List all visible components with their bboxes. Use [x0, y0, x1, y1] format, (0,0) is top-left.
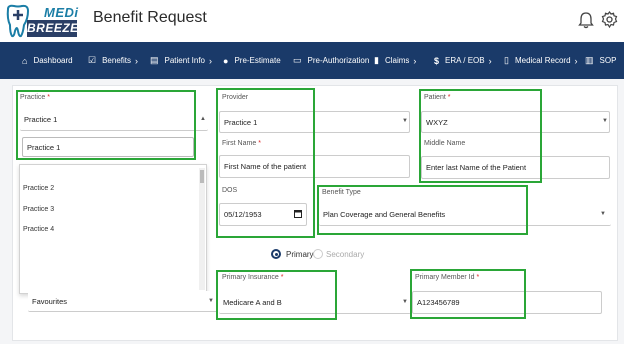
main-nav: ⌂ Dashboard ☑ Benefits › ▤ Patient Info …: [0, 42, 624, 79]
logo-text-medi: MEDi: [44, 5, 79, 20]
primary-member-id-label: Primary Member Id *: [415, 274, 480, 281]
monitor-icon: ▭: [293, 55, 302, 65]
chevron-right-icon: ›: [574, 55, 578, 66]
primary-insurance-value: Medicare A and B: [223, 297, 282, 307]
benefit-type-label: Benefit Type: [322, 189, 361, 196]
provider-value: Practice 1: [224, 117, 258, 127]
chevron-right-icon: ›: [413, 55, 417, 66]
provider-label: Provider: [222, 94, 249, 101]
dropdown-option[interactable]: Practice 4: [23, 226, 54, 233]
nav-label: Patient Info: [164, 56, 205, 65]
patient-value: WXYZ: [426, 117, 448, 127]
benefit-type-select[interactable]: Plan Coverage and General Benefits: [319, 203, 611, 226]
calendar-icon[interactable]: [294, 209, 302, 218]
nav-benefits[interactable]: ☑ Benefits ›: [88, 42, 138, 79]
chevron-down-icon: ▼: [602, 118, 608, 124]
dropdown-scrollbar[interactable]: [199, 168, 205, 290]
book-icon: ▥: [585, 55, 594, 65]
nav-patient-info[interactable]: ▤ Patient Info ›: [150, 42, 212, 79]
dropdown-scroll-thumb[interactable]: [200, 170, 204, 183]
secondary-radio-label[interactable]: Secondary: [326, 250, 364, 259]
dropdown-option[interactable]: Practice 2: [23, 185, 54, 192]
nav-era-eob[interactable]: $ ERA / EOB ›: [434, 42, 492, 79]
nav-label: SOP: [599, 56, 617, 65]
page-title: Benefit Request: [93, 9, 207, 26]
chevron-down-icon: ▼: [402, 118, 408, 124]
dos-label: DOS: [222, 187, 238, 194]
dropdown-option[interactable]: Practice 3: [23, 206, 54, 213]
nav-dashboard[interactable]: ⌂ Dashboard: [22, 42, 73, 79]
logo-text-breeze: BREEZE: [27, 20, 79, 37]
clipboard-icon: ▮: [374, 55, 379, 65]
chevron-down-icon: ▼: [600, 211, 606, 217]
nav-label: ERA / EOB: [445, 56, 485, 65]
practice-search-input[interactable]: Practice 1: [22, 137, 194, 157]
chevron-down-icon: ▼: [208, 298, 214, 304]
middle-name-input[interactable]: Enter last Name of the Patient: [421, 156, 610, 179]
id-card-icon: ▤: [150, 55, 159, 65]
dollar-icon: $: [434, 55, 440, 66]
primary-radio-label[interactable]: Primary: [286, 250, 314, 259]
favourites-value: Favourites: [32, 296, 68, 306]
nav-pre-estimate[interactable]: ● Pre-Estimate: [223, 42, 281, 79]
nav-label: Pre-Authorization: [307, 56, 370, 65]
chevron-right-icon: ›: [134, 55, 138, 66]
chevron-down-icon: ▼: [402, 299, 408, 305]
primary-member-id-value: A123456789: [417, 298, 460, 307]
bell-icon[interactable]: [578, 11, 594, 29]
middle-name-label: Middle Name: [424, 140, 466, 147]
chevron-up-icon: ▲: [200, 116, 206, 122]
nav-label: Benefits: [102, 56, 131, 65]
first-name-value: First Name of the patient: [224, 162, 307, 171]
chevron-right-icon: ›: [209, 55, 212, 66]
nav-pre-authorization[interactable]: ▭ Pre-Authorization: [293, 42, 369, 79]
patient-label: Patient *: [424, 94, 451, 101]
nav-label: Medical Record: [514, 56, 571, 65]
nav-claims[interactable]: ▮ Claims ›: [374, 42, 416, 79]
home-icon: ⌂: [22, 55, 28, 66]
primary-radio[interactable]: [271, 249, 281, 259]
practice-label: Practice *: [20, 94, 50, 101]
app-header: MEDi BREEZE Benefit Request: [0, 0, 624, 42]
patient-select[interactable]: WXYZ: [421, 111, 610, 133]
benefit-type-value: Plan Coverage and General Benefits: [323, 209, 446, 219]
nav-medical-record[interactable]: ▯ Medical Record ›: [504, 42, 578, 79]
first-name-label: First Name *: [222, 140, 261, 147]
medibreeze-logo[interactable]: MEDi BREEZE: [4, 3, 78, 39]
practice-search-value: Practice 1: [27, 142, 61, 152]
primary-insurance-select[interactable]: Medicare A and B: [219, 291, 411, 314]
practice-value: Practice 1: [24, 115, 58, 124]
nav-sop[interactable]: ▥ SOP: [585, 42, 616, 79]
first-name-input[interactable]: First Name of the patient: [219, 155, 410, 178]
gear-icon[interactable]: [601, 11, 618, 28]
nav-label: Dashboard: [33, 56, 73, 65]
nav-label: Pre-Estimate: [234, 56, 281, 65]
nav-label: Claims: [384, 56, 410, 65]
primary-insurance-label: Primary Insurance *: [222, 274, 284, 281]
dos-value: 05/12/1953: [224, 210, 262, 219]
primary-member-id-input[interactable]: A123456789: [412, 291, 602, 314]
document-icon: ▯: [504, 55, 509, 65]
chevron-right-icon: ›: [488, 55, 492, 66]
provider-select[interactable]: Practice 1: [219, 111, 410, 133]
checkbox-icon: ☑: [88, 55, 97, 65]
pin-icon: ●: [223, 55, 229, 66]
practice-select[interactable]: Practice 1: [20, 109, 208, 131]
favourites-select[interactable]: Favourites: [28, 291, 218, 312]
secondary-radio[interactable]: [313, 249, 323, 259]
middle-name-value: Enter last Name of the Patient: [426, 163, 527, 172]
